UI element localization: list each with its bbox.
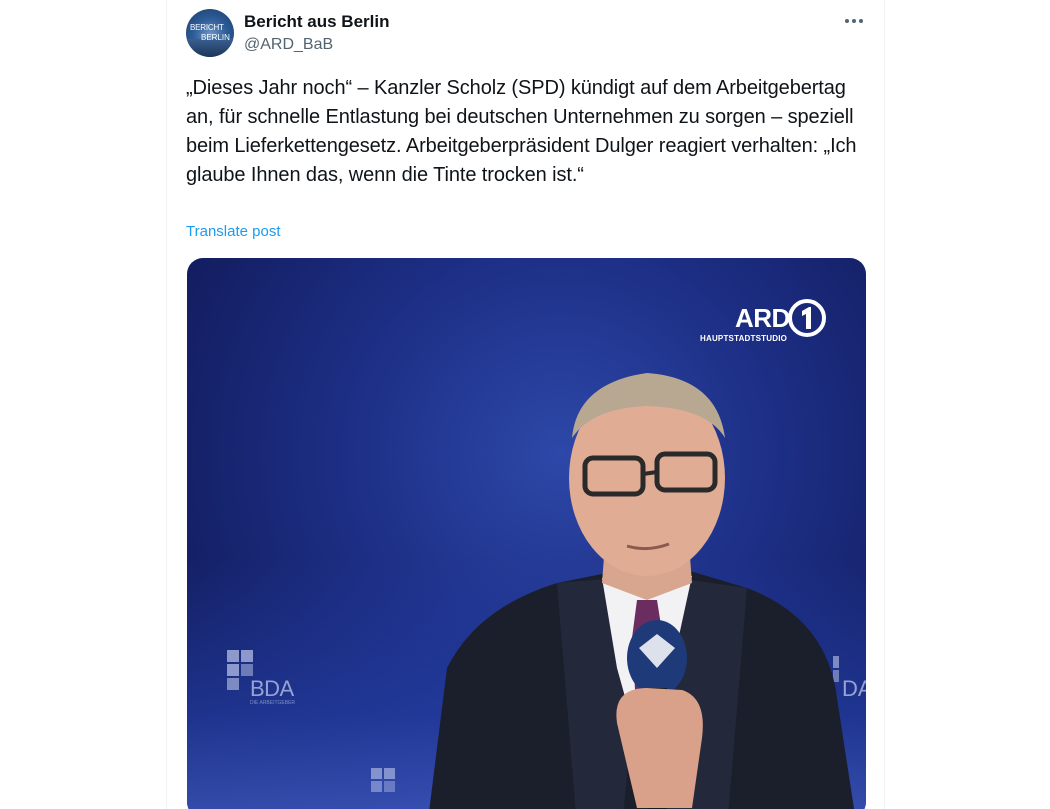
user-handle[interactable]: @ARD_BaB [244, 36, 333, 54]
bda-logo-subtext: DIE ARBEITGEBER [250, 700, 296, 706]
page: BERICHT BERLIN Bericht aus Berlin @ARD_B… [0, 0, 1050, 809]
tweet-text: „Dieses Jahr noch“ – Kanzler Scholz (SPD… [186, 77, 857, 186]
display-name[interactable]: Bericht aus Berlin [244, 12, 390, 32]
avatar-text-line1: BERICHT [190, 23, 224, 32]
avatar[interactable]: BERICHT BERLIN [186, 9, 234, 57]
more-horizontal-icon [845, 19, 849, 23]
more-horizontal-icon [859, 19, 863, 23]
speaker-image [429, 373, 855, 809]
ard-one-logo-icon [788, 299, 826, 337]
ard-logo-text: ARD [735, 303, 790, 333]
more-options-button[interactable] [839, 10, 869, 32]
more-horizontal-icon [852, 19, 856, 23]
timeline-border-right [884, 0, 885, 809]
tweet[interactable]: BERICHT BERLIN Bericht aus Berlin @ARD_B… [167, 0, 884, 809]
bda-logo-text: BDA [250, 676, 294, 701]
tweet-media-video[interactable]: BDA DIE ARBEITGEBER DA ARD HAUPTSTADTSTU… [187, 258, 866, 809]
avatar-text-line2: BERLIN [201, 33, 230, 42]
translate-post-link[interactable]: Translate post [186, 223, 281, 240]
